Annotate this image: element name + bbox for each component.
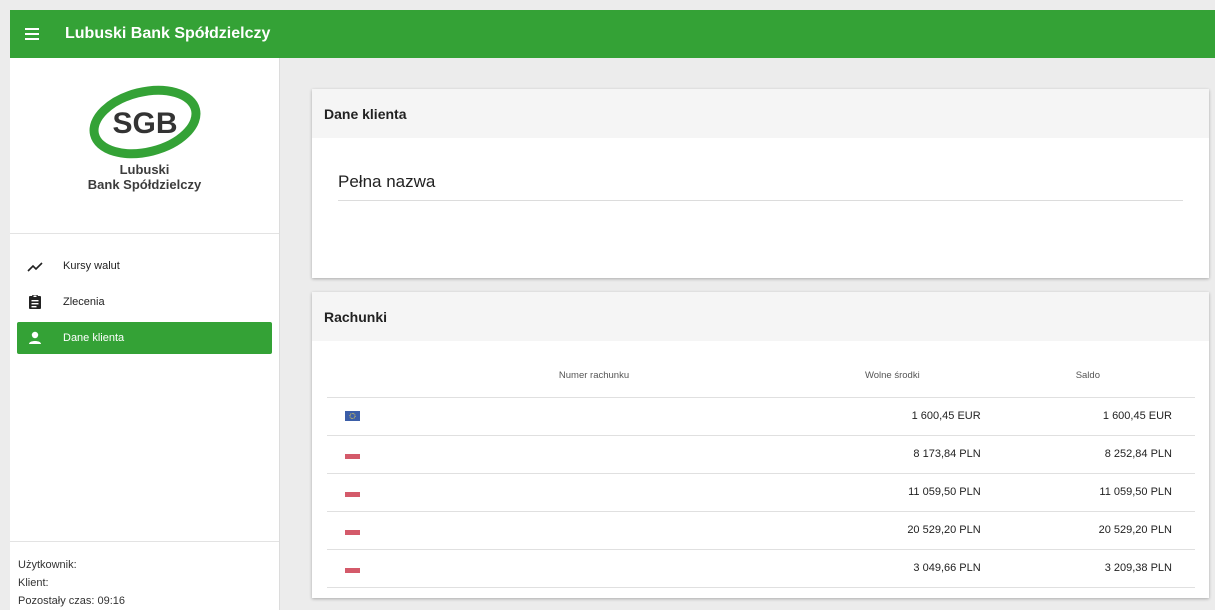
sidebar-item-dane-klienta[interactable]: Dane klienta [17, 322, 272, 354]
client-label: Klient: [18, 577, 49, 589]
available-funds: 1 600,45 EUR [828, 397, 981, 436]
card-title: Dane klienta [312, 89, 1209, 138]
accounts-card: Rachunki Numer rachunku Wolne środki Sal… [312, 292, 1209, 598]
balance: 20 529,20 PLN [980, 511, 1195, 550]
column-header-balance: Saldo [980, 355, 1195, 398]
balance: 8 252,84 PLN [980, 435, 1195, 474]
available-funds: 20 529,20 PLN [828, 511, 981, 550]
sidebar-item-label: Zlecenia [63, 296, 105, 308]
time-label: Pozostały czas: [18, 595, 95, 607]
account-number [360, 397, 829, 436]
balance: 11 059,50 PLN [980, 473, 1195, 512]
full-name-field: Pełna nazwa [338, 172, 1183, 201]
logo-text: SGB [112, 107, 177, 140]
user-label: Użytkownik: [18, 559, 77, 571]
sidebar-item-zlecenia[interactable]: Zlecenia [17, 286, 272, 318]
sidebar-item-kursy-walut[interactable]: Kursy walut [17, 250, 272, 282]
sidebar-item-label: Kursy walut [63, 260, 120, 272]
account-number [360, 435, 829, 474]
account-number [360, 549, 829, 588]
balance: 1 600,45 EUR [980, 397, 1195, 436]
column-header-number: Numer rachunku [360, 355, 829, 398]
table-row[interactable]: 1 600,45 EUR 1 600,45 EUR [327, 397, 1195, 436]
time-value: 09:16 [97, 595, 126, 607]
available-funds: 8 173,84 PLN [828, 435, 981, 474]
menu-button[interactable] [10, 10, 58, 58]
bank-name-line2: Bank Spółdzielczy [87, 177, 202, 192]
account-number [360, 511, 829, 550]
side-nav: Kursy walut Zlecenia Dane klienta [10, 234, 279, 354]
card-title: Rachunki [312, 292, 1209, 341]
pl-flag-icon [345, 563, 360, 573]
available-funds: 3 049,66 PLN [828, 549, 981, 588]
person-icon [29, 331, 41, 344]
bank-name: Lubuski Bank Spółdzielczy [88, 162, 201, 192]
client-data-card: Dane klienta Pełna nazwa [312, 89, 1209, 278]
sidebar-item-label: Dane klienta [63, 332, 125, 344]
clipboard-icon [29, 295, 41, 309]
hamburger-menu-icon [25, 28, 39, 40]
table-row[interactable]: 8 173,84 PLN 8 252,84 PLN [327, 435, 1195, 474]
session-time: Pozostały czas: 09:16 [18, 592, 279, 610]
app-title: Lubuski Bank Spółdzielczy [65, 25, 271, 42]
column-header-available: Wolne środki [828, 355, 981, 398]
table-header-row: Numer rachunku Wolne środki Saldo [327, 355, 1195, 398]
bank-name-line1: Lubuski [119, 162, 170, 177]
trending-up-icon [27, 262, 43, 272]
eu-flag-icon [345, 411, 360, 421]
accounts-table: Numer rachunku Wolne środki Saldo 1 600,… [327, 355, 1195, 588]
table-row[interactable]: 3 049,66 PLN 3 209,38 PLN [327, 549, 1195, 588]
sgb-logo-icon: SGB [89, 85, 200, 159]
pl-flag-icon [345, 525, 360, 535]
table-row[interactable]: 11 059,50 PLN 11 059,50 PLN [327, 473, 1195, 512]
pl-flag-icon [345, 449, 360, 459]
bank-logo: SGB Lubuski Bank Spółdzielczy [10, 58, 279, 234]
pl-flag-icon [345, 487, 360, 497]
available-funds: 11 059,50 PLN [828, 473, 981, 512]
user-info: Użytkownik: Klient: Pozostały czas: 09:1… [10, 541, 279, 610]
sidebar: SGB Lubuski Bank Spółdzielczy Kursy walu… [10, 58, 280, 610]
table-row[interactable]: 20 529,20 PLN 20 529,20 PLN [327, 511, 1195, 550]
account-number [360, 473, 829, 512]
balance: 3 209,38 PLN [980, 549, 1195, 588]
top-bar: Lubuski Bank Spółdzielczy [10, 10, 1215, 58]
